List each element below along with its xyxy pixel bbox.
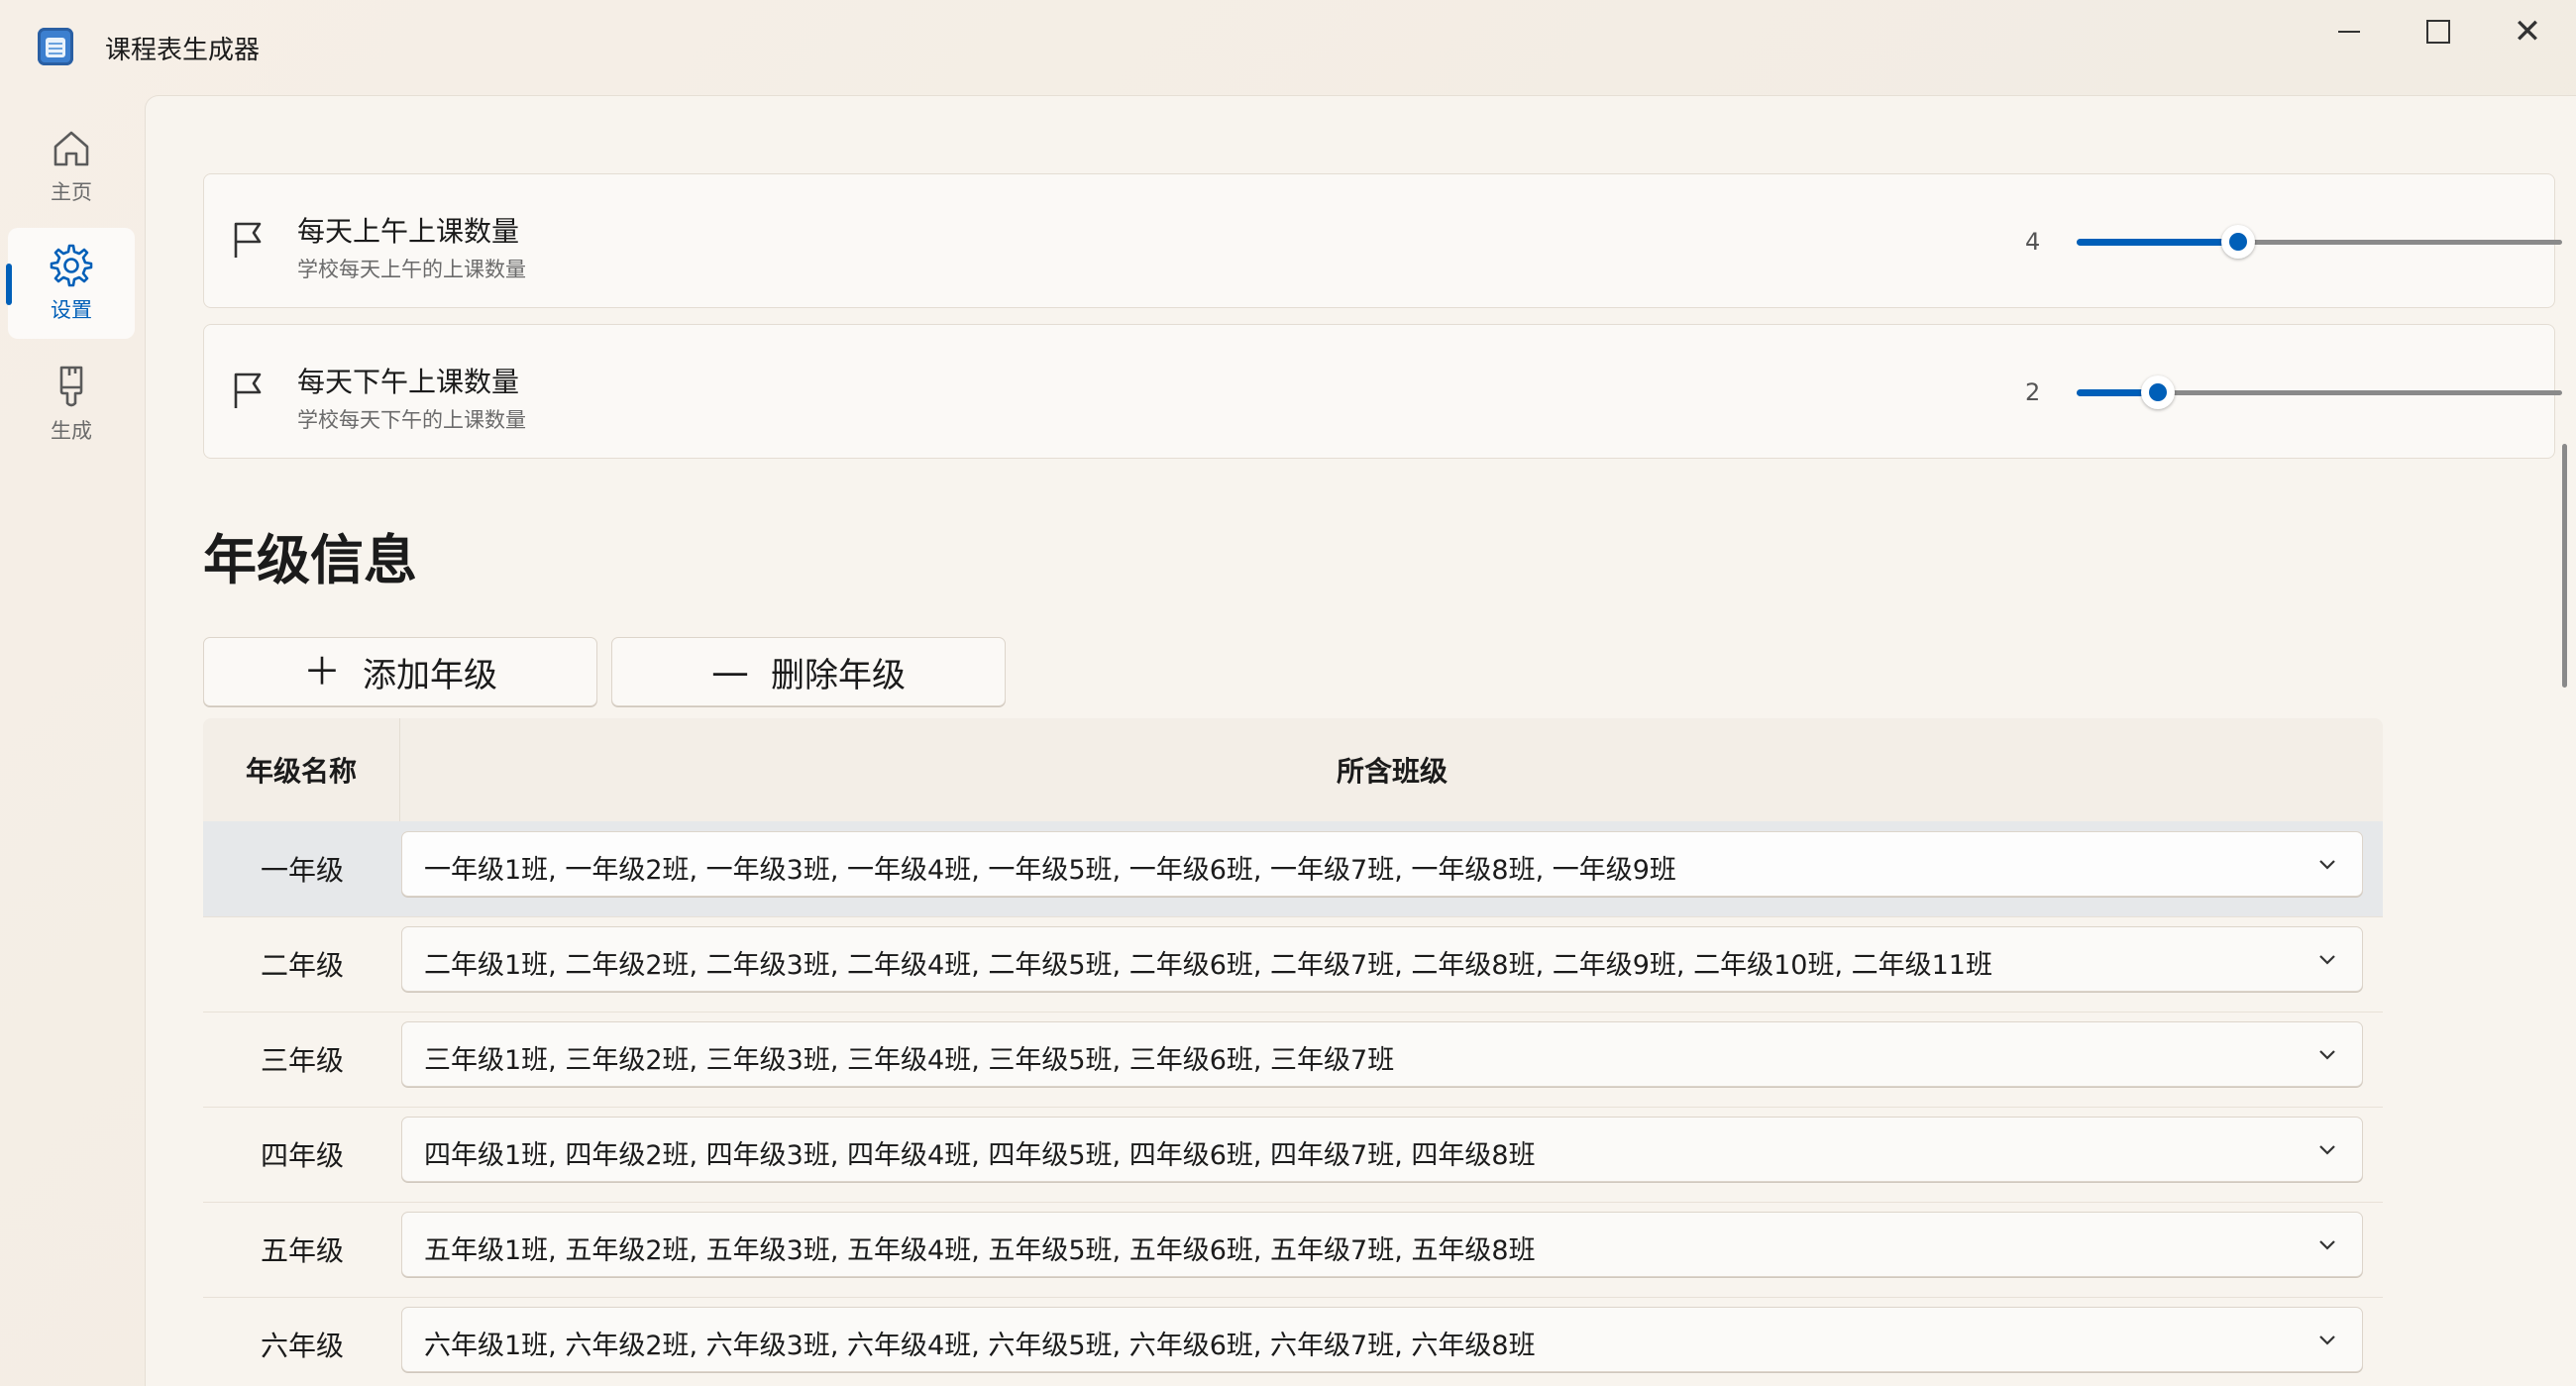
minimize-icon (2338, 31, 2360, 33)
chevron-down-icon (2318, 1141, 2336, 1160)
nav-item-home[interactable]: 主页 (8, 111, 135, 222)
grade-name-cell: 一年级 (260, 854, 344, 887)
slider-thumb[interactable] (2221, 225, 2255, 259)
table-row[interactable]: 五年级 五年级1班, 五年级2班, 五年级3班, 五年级4班, 五年级5班, 五… (203, 1202, 2383, 1298)
morning-classes-subtitle: 学校每天上午的上课数量 (297, 258, 526, 281)
title-bar: 课程表生成器 ✕ (0, 0, 2576, 95)
classes-combobox[interactable]: 四年级1班, 四年级2班, 四年级3班, 四年级4班, 四年级5班, 四年级6班… (401, 1117, 2363, 1182)
chevron-down-icon (2318, 1236, 2336, 1255)
slider-fill (2077, 239, 2238, 246)
vertical-scrollbar[interactable] (2562, 444, 2567, 688)
minus-icon: — (711, 650, 749, 693)
flag-icon (232, 220, 266, 264)
afternoon-classes-card: 每天下午上课数量 学校每天下午的上课数量 2 (203, 324, 2562, 459)
app-title: 课程表生成器 (105, 36, 261, 65)
afternoon-classes-title: 每天下午上课数量 (297, 366, 520, 398)
plus-icon: ＋ (302, 650, 341, 693)
column-header-grade-name[interactable]: 年级名称 (203, 718, 400, 821)
chevron-down-icon (2318, 1332, 2336, 1350)
morning-classes-value: 4 (2025, 228, 2041, 256)
maximize-button[interactable] (2394, 0, 2483, 63)
grades-table: 年级名称 所含班级 一年级 一年级1班, 一年级2班, 一年级3班, 一年级4班… (203, 718, 2383, 1386)
add-grade-button[interactable]: ＋ 添加年级 (203, 637, 597, 706)
grades-section-title: 年级信息 (203, 529, 417, 591)
table-header: 年级名称 所含班级 (203, 718, 2383, 821)
classes-combobox[interactable]: 五年级1班, 五年级2班, 五年级3班, 五年级4班, 五年级5班, 五年级6班… (401, 1212, 2363, 1277)
classes-combobox-value: 四年级1班, 四年级2班, 四年级3班, 四年级4班, 四年级5班, 四年级6班… (424, 1140, 1536, 1171)
nav-label-home: 主页 (51, 180, 92, 204)
morning-classes-card: 每天上午上课数量 学校每天上午的上课数量 4 (203, 173, 2562, 308)
morning-classes-slider[interactable] (2077, 225, 2562, 259)
app-icon (38, 28, 73, 65)
column-header-classes[interactable]: 所含班级 (401, 718, 2383, 821)
grade-name-cell: 五年级 (260, 1234, 344, 1267)
close-button[interactable]: ✕ (2483, 0, 2572, 63)
delete-grade-label: 删除年级 (771, 655, 906, 695)
classes-combobox[interactable]: 六年级1班, 六年级2班, 六年级3班, 六年级4班, 六年级5班, 六年级6班… (401, 1307, 2363, 1372)
classes-combobox[interactable]: 二年级1班, 二年级2班, 二年级3班, 二年级4班, 二年级5班, 二年级6班… (401, 926, 2363, 992)
grade-name-cell: 二年级 (260, 949, 344, 982)
app-window: 课程表生成器 ✕ 主页 设置 生成 每天上午上课数量 学校每天上午的上课数量 4… (0, 0, 2576, 1386)
selection-indicator (6, 264, 12, 305)
close-icon: ✕ (2513, 12, 2542, 52)
add-grade-label: 添加年级 (363, 655, 497, 695)
afternoon-classes-value: 2 (2025, 378, 2041, 406)
chevron-down-icon (2318, 951, 2336, 970)
maximize-icon (2426, 20, 2450, 44)
delete-grade-button[interactable]: — 删除年级 (611, 637, 1006, 706)
settings-page: 每天上午上课数量 学校每天上午的上课数量 4 每天下午上课数量 学校每天下午的上… (145, 95, 2576, 1386)
classes-combobox-value: 三年级1班, 三年级2班, 三年级3班, 三年级4班, 三年级5班, 三年级6班… (424, 1045, 1395, 1076)
table-row[interactable]: 六年级 六年级1班, 六年级2班, 六年级3班, 六年级4班, 六年级5班, 六… (203, 1297, 2383, 1386)
afternoon-classes-subtitle: 学校每天下午的上课数量 (297, 408, 526, 432)
table-row[interactable]: 一年级 一年级1班, 一年级2班, 一年级3班, 一年级4班, 一年级5班, 一… (203, 821, 2383, 917)
classes-combobox[interactable]: 一年级1班, 一年级2班, 一年级3班, 一年级4班, 一年级5班, 一年级6班… (401, 831, 2363, 897)
nav-item-generate[interactable]: 生成 (8, 349, 135, 460)
classes-combobox-value: 一年级1班, 一年级2班, 一年级3班, 一年级4班, 一年级5班, 一年级6班… (424, 855, 1676, 886)
table-row[interactable]: 三年级 三年级1班, 三年级2班, 三年级3班, 三年级4班, 三年级5班, 三… (203, 1012, 2383, 1108)
classes-combobox[interactable]: 三年级1班, 三年级2班, 三年级3班, 三年级4班, 三年级5班, 三年级6班… (401, 1021, 2363, 1087)
gear-icon (49, 243, 94, 288)
classes-combobox-value: 五年级1班, 五年级2班, 五年级3班, 五年级4班, 五年级5班, 五年级6班… (424, 1235, 1536, 1266)
flag-icon (232, 371, 266, 414)
nav-label-generate: 生成 (51, 419, 92, 443)
minimize-button[interactable] (2305, 0, 2394, 63)
home-icon (50, 127, 93, 170)
classes-combobox-value: 六年级1班, 六年级2班, 六年级3班, 六年级4班, 六年级5班, 六年级6班… (424, 1331, 1536, 1361)
morning-classes-title: 每天上午上课数量 (297, 215, 520, 248)
chevron-down-icon (2318, 1046, 2336, 1065)
table-row[interactable]: 四年级 四年级1班, 四年级2班, 四年级3班, 四年级4班, 四年级5班, 四… (203, 1107, 2383, 1203)
grade-name-cell: 四年级 (260, 1139, 344, 1172)
classes-combobox-value: 二年级1班, 二年级2班, 二年级3班, 二年级4班, 二年级5班, 二年级6班… (424, 950, 1992, 981)
table-row[interactable]: 二年级 二年级1班, 二年级2班, 二年级3班, 二年级4班, 二年级5班, 二… (203, 916, 2383, 1013)
chevron-down-icon (2318, 856, 2336, 875)
afternoon-classes-slider[interactable] (2077, 375, 2562, 409)
slider-thumb[interactable] (2141, 375, 2175, 409)
grade-name-cell: 六年级 (260, 1330, 344, 1362)
nav-item-settings[interactable]: 设置 (6, 228, 135, 339)
nav-label-settings: 设置 (51, 298, 92, 322)
grade-name-cell: 三年级 (260, 1044, 344, 1077)
brush-icon (52, 364, 91, 409)
nav-sidebar: 主页 设置 生成 (0, 95, 143, 1383)
